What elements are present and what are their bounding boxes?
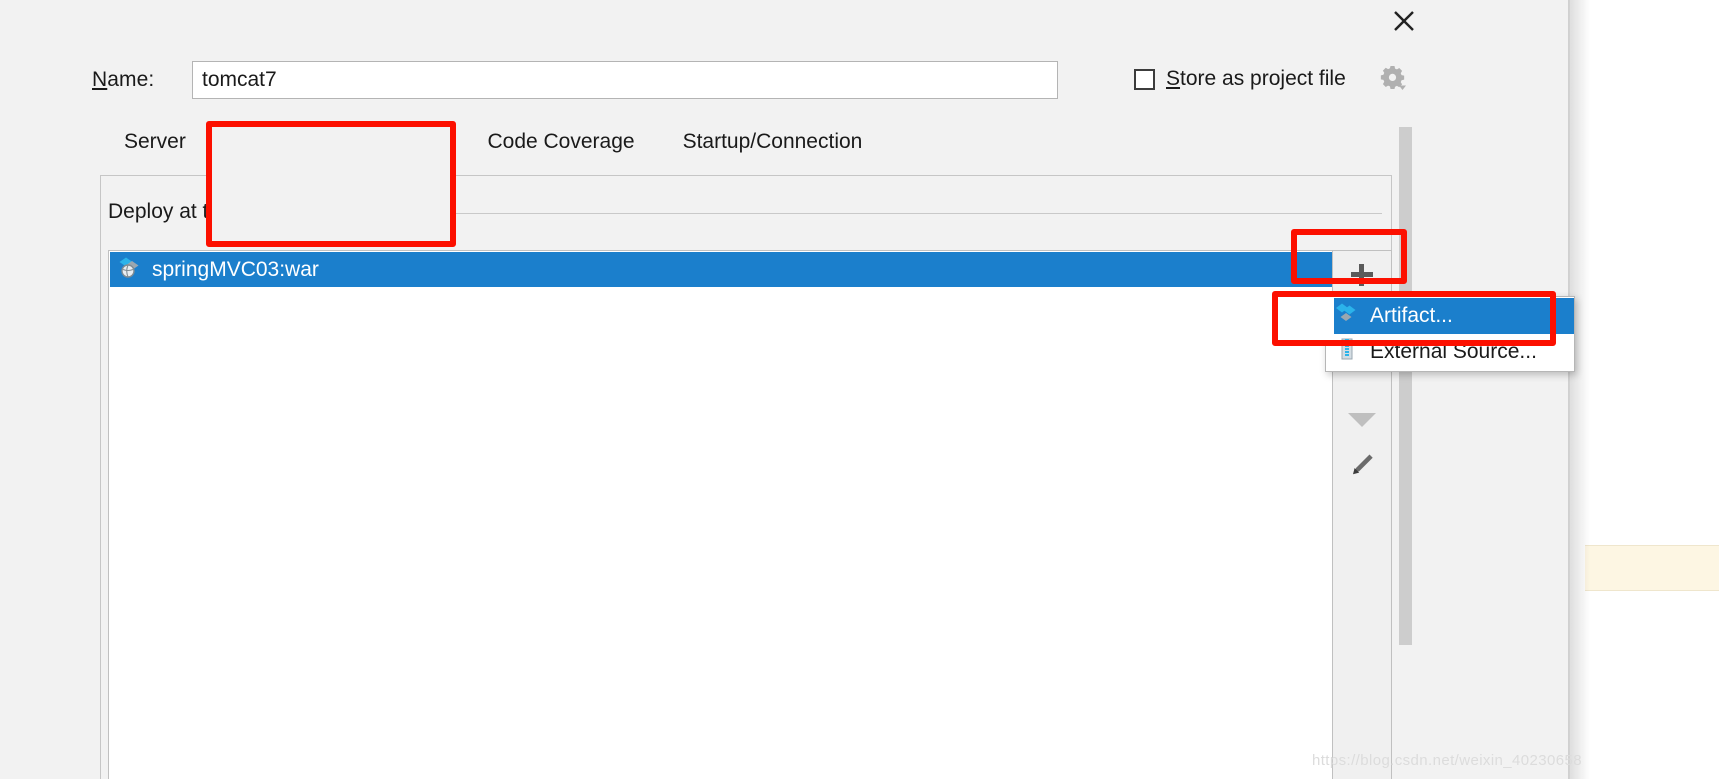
annotation-artifact-fill xyxy=(1278,297,1334,340)
store-label-accel: S xyxy=(1166,67,1181,90)
gear-icon[interactable] xyxy=(1378,64,1408,92)
tab-code-coverage-label: Code Coverage xyxy=(487,130,635,153)
name-input[interactable] xyxy=(192,61,1058,99)
menu-item-external-source-label: External Source... xyxy=(1370,340,1537,363)
pencil-icon xyxy=(1347,450,1377,485)
store-as-project-file-label: Store as project file xyxy=(1166,67,1346,91)
menu-item-artifact-label: Artifact... xyxy=(1370,304,1453,327)
group-separator xyxy=(408,213,1382,214)
move-down-button[interactable] xyxy=(1333,396,1390,444)
tab-startup-connection-label: Startup/Connection xyxy=(682,130,863,153)
run-configuration-dialog: Name: Store as project file Server xyxy=(0,0,1570,779)
dialog-titlebar xyxy=(0,0,1570,44)
name-label-rest: ame: xyxy=(107,68,155,91)
menu-item-external-source[interactable]: External Source... xyxy=(1326,334,1574,370)
edit-button[interactable] xyxy=(1333,443,1390,491)
add-button[interactable] xyxy=(1333,251,1390,299)
triangle-down-icon xyxy=(1347,413,1376,427)
store-label-rest: tore as project file xyxy=(1180,67,1346,90)
table-row-label: springMVC03:war xyxy=(152,257,319,281)
artifact-war-icon xyxy=(118,256,142,283)
menu-item-artifact[interactable]: Artifact... xyxy=(1326,298,1574,334)
add-deployment-menu: Artifact... External Source... xyxy=(1325,296,1575,372)
tab-server[interactable]: Server xyxy=(100,126,210,164)
plus-icon xyxy=(1350,264,1373,286)
background-notification-strip xyxy=(1585,545,1719,591)
annotation-tabs-fill xyxy=(212,127,450,241)
dialog-scrollbar-thumb[interactable] xyxy=(1399,127,1412,645)
tab-startup-connection[interactable]: Startup/Connection xyxy=(659,126,887,164)
name-label-accel: N xyxy=(92,68,108,91)
background-right-strip xyxy=(1585,0,1719,779)
name-label: Name: xyxy=(92,68,154,92)
deployment-list[interactable]: springMVC03:war xyxy=(108,250,1333,779)
tab-server-label: Server xyxy=(124,130,186,153)
artifact-diamond-icon xyxy=(1335,302,1359,330)
dialog-drop-shadow xyxy=(1568,0,1590,779)
close-icon[interactable] xyxy=(1383,2,1425,40)
table-row[interactable]: springMVC03:war xyxy=(110,252,1332,287)
screen-root: Name: Store as project file Server xyxy=(0,0,1719,779)
watermark: https://blog.csdn.net/weixin_40230658 xyxy=(1312,752,1582,769)
store-as-project-file-row[interactable]: Store as project file xyxy=(1134,67,1346,91)
tab-code-coverage[interactable]: Code Coverage xyxy=(463,126,658,164)
external-source-icon xyxy=(1335,338,1359,366)
store-as-project-file-checkbox[interactable] xyxy=(1134,68,1155,90)
